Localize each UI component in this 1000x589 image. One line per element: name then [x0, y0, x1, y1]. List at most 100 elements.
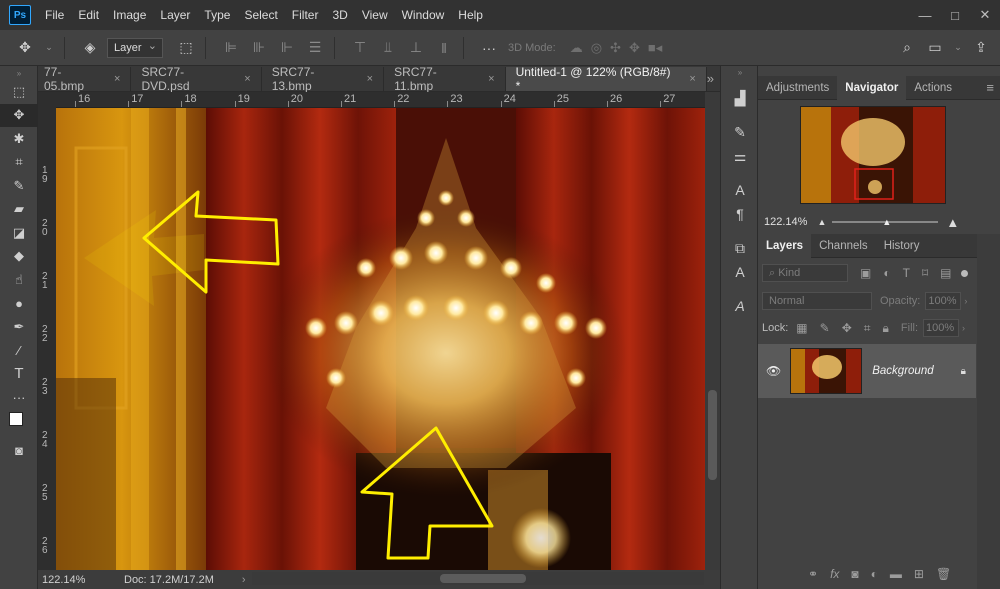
tool-preset-chevron-icon[interactable]: ⌄ — [42, 37, 56, 59]
zoom-out-icon[interactable]: ▲ — [817, 217, 826, 227]
dock-expand-icon[interactable]: » — [721, 66, 759, 78]
minimize-icon[interactable]: — — [910, 8, 940, 23]
vertical-scroll-thumb[interactable] — [708, 390, 717, 480]
new-group-icon[interactable]: ▬ — [890, 567, 902, 581]
new-layer-icon[interactable]: ⊞ — [914, 567, 924, 581]
tab-src77-13[interactable]: SRC77-13.bmp × — [261, 65, 385, 93]
menu-filter[interactable]: Filter — [292, 8, 319, 22]
menu-type[interactable]: Type — [204, 8, 230, 22]
add-mask-icon[interactable]: ◙ — [851, 567, 858, 581]
histogram-icon[interactable]: ▟ — [721, 86, 759, 110]
new-adjustment-layer-icon[interactable]: ◐ — [871, 567, 878, 581]
tab-actions[interactable]: Actions — [906, 76, 960, 100]
menu-file[interactable]: File — [45, 8, 64, 22]
ruler-corner[interactable] — [38, 92, 56, 108]
tabs-overflow-icon[interactable]: » — [707, 71, 714, 86]
filter-type-icon[interactable]: T — [903, 266, 910, 280]
eyedropper-tool-icon[interactable]: ⁄ — [0, 339, 38, 363]
tab-untitled-1[interactable]: Untitled-1 @ 122% (RGB/8#) * × — [505, 65, 707, 93]
filter-adjustment-icon[interactable]: ◐ — [883, 266, 890, 280]
tab-77-05[interactable]: 77-05.bmp × — [38, 65, 132, 93]
horizontal-scroll-thumb[interactable] — [440, 574, 526, 583]
tab-close-icon[interactable]: × — [689, 73, 695, 85]
color-swatches[interactable] — [0, 409, 38, 439]
align-right-icon[interactable]: ⊩ — [276, 37, 298, 59]
character-panel-icon[interactable]: A — [721, 178, 759, 202]
tab-adjustments[interactable]: Adjustments — [758, 76, 837, 100]
align-bottom-icon[interactable]: ⊥ — [405, 37, 427, 59]
lock-all-icon[interactable]: 🔒︎ — [883, 321, 889, 336]
tab-channels[interactable]: Channels — [811, 234, 876, 258]
more-options-icon[interactable]: ··· — [478, 37, 500, 59]
distribute-vertical-icon[interactable]: ‖ — [433, 37, 455, 59]
drag-3d-icon[interactable]: ✣ — [610, 40, 621, 56]
layers-scrollbar[interactable] — [977, 234, 1000, 589]
visibility-eye-icon[interactable]: 👁︎ — [766, 364, 781, 378]
align-middle-icon[interactable]: ⫫ — [377, 37, 399, 59]
tab-layers[interactable]: Layers — [758, 233, 812, 258]
workspace-icon[interactable]: ▭ — [924, 37, 946, 59]
fill-input[interactable]: 100% — [923, 319, 960, 337]
character-styles-icon[interactable]: A — [721, 260, 759, 284]
fx-icon[interactable]: fx — [830, 567, 839, 581]
magic-wand-tool-icon[interactable]: ✱ — [0, 127, 38, 151]
filter-smart-object-icon[interactable]: ▤ — [940, 266, 951, 280]
orbit-3d-icon[interactable]: ☁ — [570, 40, 583, 56]
auto-select-dropdown[interactable]: Layer — [107, 37, 163, 58]
crop-tool-icon[interactable]: ⌗ — [0, 151, 38, 175]
maximize-icon[interactable]: □ — [940, 8, 970, 23]
dodge-tool-icon[interactable]: ● — [0, 292, 38, 316]
menu-image[interactable]: Image — [113, 8, 146, 22]
menu-help[interactable]: Help — [458, 8, 483, 22]
lock-image-icon[interactable]: ✎ — [820, 321, 830, 335]
foreground-color-swatch[interactable] — [9, 412, 23, 426]
pen-tool-icon[interactable]: ✒ — [0, 315, 38, 339]
menu-window[interactable]: Window — [402, 8, 445, 22]
kind-filter-dropdown[interactable]: ⌕ Kind — [762, 264, 848, 282]
zoom-in-icon[interactable]: ▲ — [946, 215, 959, 230]
align-left-icon[interactable]: ⊫ — [220, 37, 242, 59]
stamp-tool-icon[interactable]: ▰ — [0, 198, 38, 222]
tab-src77-dvd[interactable]: SRC77-DVD.psd × — [131, 65, 262, 93]
menu-3d[interactable]: 3D — [332, 8, 347, 22]
transform-controls-icon[interactable]: ⬚ — [175, 37, 197, 59]
blend-mode-dropdown[interactable]: Normal — [762, 292, 872, 310]
toolbar-collapse-icon[interactable]: » — [0, 66, 38, 80]
adjustments-sliders-icon[interactable]: ⚌ — [721, 144, 759, 168]
status-menu-icon[interactable]: › — [242, 574, 246, 586]
tab-history[interactable]: History — [876, 234, 928, 258]
vertical-scrollbar[interactable] — [705, 92, 720, 570]
opacity-input[interactable]: 100% — [925, 292, 962, 310]
edit-toolbar-icon[interactable]: ··· — [0, 386, 38, 410]
fill-chevron-icon[interactable]: › — [962, 323, 965, 333]
lock-transparent-icon[interactable]: ▦ — [796, 321, 807, 335]
roll-3d-icon[interactable]: ◎ — [591, 40, 602, 56]
eraser-tool-icon[interactable]: ◪ — [0, 221, 38, 245]
paint-bucket-tool-icon[interactable]: ◆ — [0, 245, 38, 269]
document-canvas[interactable] — [56, 108, 705, 570]
ruler-horizontal[interactable]: 16 17 18 19 20 21 22 23 24 25 26 27 — [56, 92, 705, 108]
move-tool-icon[interactable]: ✥ — [14, 37, 36, 59]
paragraph-panel-icon[interactable]: ¶ — [721, 202, 759, 226]
close-icon[interactable]: ✕ — [970, 7, 1000, 23]
tab-src77-11[interactable]: SRC77-11.bmp × — [384, 65, 506, 93]
align-center-icon[interactable]: ⊪ — [248, 37, 270, 59]
slide-3d-icon[interactable]: ✥ — [629, 40, 640, 56]
distribute-icon[interactable]: ☰ — [304, 37, 326, 59]
brush-settings-icon[interactable]: ✎ — [721, 120, 759, 144]
layer-row-background[interactable]: 👁︎ Background 🔒︎ — [758, 344, 976, 398]
lock-position-icon[interactable]: ✥ — [842, 321, 852, 335]
link-layers-icon[interactable]: ⚭ — [808, 567, 818, 581]
move-tool-icon[interactable]: ✥ — [0, 103, 38, 127]
smudge-tool-icon[interactable]: ☝ — [0, 268, 38, 292]
quick-mask-icon[interactable]: ◙ — [0, 439, 38, 463]
filter-pixel-icon[interactable]: ▣ — [860, 266, 871, 280]
share-icon[interactable]: ⇪ — [970, 37, 992, 59]
tab-close-icon[interactable]: × — [114, 73, 120, 85]
filter-shape-icon[interactable]: ⌑ — [922, 266, 928, 280]
panel-menu-icon[interactable]: ≡ — [986, 80, 994, 95]
search-icon[interactable]: ⌕ — [896, 37, 918, 59]
navigator-thumbnail[interactable] — [800, 106, 946, 204]
video-3d-icon[interactable]: ■◂ — [648, 40, 662, 56]
menu-view[interactable]: View — [362, 8, 388, 22]
